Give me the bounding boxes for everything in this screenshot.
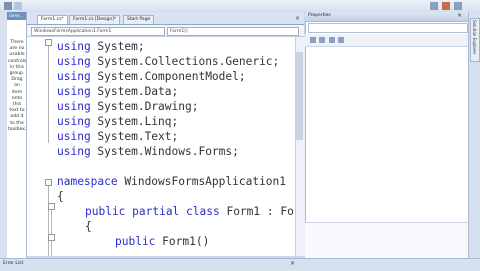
properties-header: Properties ×: [305, 12, 468, 22]
code-line: using System.ComponentModel;: [57, 71, 246, 82]
toolbar-icon[interactable]: [14, 2, 22, 10]
code-text: System.ComponentModel;: [90, 70, 246, 83]
toolbox-message-line: add it: [10, 114, 24, 120]
code-keyword: public: [115, 235, 156, 248]
code-line: public Form1(): [115, 236, 209, 247]
outline-line: [48, 43, 49, 143]
collapse-icon[interactable]: [45, 39, 52, 46]
code-text: System;: [90, 40, 145, 53]
collapse-icon[interactable]: [45, 179, 52, 186]
code-text: System.Text;: [90, 130, 179, 143]
tab-label: Form1.cs [Design]*: [73, 17, 117, 22]
close-icon[interactable]: ×: [457, 12, 462, 19]
tab-label: Form1.cs*: [41, 17, 64, 22]
toolbar-icon[interactable]: [430, 2, 438, 10]
events-icon[interactable]: [338, 37, 344, 43]
code-line: using System.Linq;: [57, 116, 178, 127]
document-tab-bar: Form1.cs* Form1.cs [Design]* Start Page …: [27, 12, 304, 25]
type-dropdown-value: WindowsFormsApplication1.Form1: [34, 29, 112, 34]
code-text: System.Data;: [90, 85, 179, 98]
code-keyword: using: [57, 130, 91, 143]
tab-start-page[interactable]: Start Page: [123, 15, 155, 24]
code-keyword: using: [57, 40, 91, 53]
menu-icon[interactable]: [4, 2, 12, 10]
outline-line: [48, 185, 49, 256]
code-text: System.Linq;: [90, 115, 179, 128]
code-line: using System.Collections.Generic;: [57, 56, 279, 67]
categorized-icon[interactable]: [310, 37, 316, 43]
code-line: using System;: [57, 41, 145, 52]
member-dropdown-value: Form1(): [170, 29, 188, 34]
code-line: using System.Drawing;: [57, 101, 198, 112]
collapse-icon[interactable]: [48, 203, 55, 210]
collapse-icon[interactable]: [48, 234, 55, 241]
tab-form1-design[interactable]: Form1.cs [Design]*: [69, 15, 121, 24]
code-line: {: [85, 221, 92, 232]
member-dropdown[interactable]: Form1(): [167, 27, 299, 36]
properties-description-area: [305, 222, 468, 259]
properties-toolbar: [305, 34, 468, 47]
error-list-panel: Error List ×: [0, 258, 480, 271]
error-list-title: Error List: [3, 261, 24, 266]
close-icon[interactable]: ×: [295, 15, 300, 22]
toolbox-empty-message: There are no usable controls in this gro…: [8, 40, 26, 133]
close-icon[interactable]: ×: [290, 260, 295, 267]
navigation-bar: WindowsFormsApplication1.Form1 Form1(): [27, 25, 304, 37]
code-keyword: using: [57, 145, 91, 158]
properties-object-selector[interactable]: [308, 23, 468, 33]
type-dropdown[interactable]: WindowsFormsApplication1.Form1: [31, 27, 165, 36]
toolbar-icon[interactable]: [454, 2, 462, 10]
code-keyword: using: [57, 115, 91, 128]
code-text: Form1 : Form: [226, 205, 295, 218]
properties-icon[interactable]: [329, 37, 335, 43]
solution-explorer-label: Solution Explorer: [472, 20, 477, 55]
code-line: public partial class Form1 : Form: [85, 206, 295, 217]
code-text: System.Windows.Forms;: [90, 145, 239, 158]
code-keyword: using: [57, 100, 91, 113]
toolbox-message-line: controls: [8, 58, 27, 64]
code-keyword: public partial class: [85, 205, 220, 218]
toolbox-panel: Gene... There are no usable controls in …: [7, 12, 27, 258]
scrollbar-thumb[interactable]: [296, 52, 303, 140]
tab-form1-cs[interactable]: Form1.cs*: [37, 15, 68, 24]
code-line: using System.Data;: [57, 86, 178, 97]
outline-line: [51, 209, 52, 256]
code-text: System.Drawing;: [90, 100, 199, 113]
code-text: {: [57, 190, 64, 203]
code-text: Form1(): [155, 235, 210, 248]
tab-label: Start Page: [127, 17, 151, 22]
toolbox-message-line: usable: [9, 52, 25, 58]
toolbox-message-line: toolbox.: [8, 126, 27, 132]
toolbar-icon[interactable]: [442, 2, 450, 10]
code-keyword: namespace: [57, 175, 118, 188]
code-keyword: using: [57, 70, 91, 83]
code-keyword: using: [57, 55, 91, 68]
alphabetical-icon[interactable]: [319, 37, 325, 43]
code-keyword: using: [57, 85, 91, 98]
code-line: namespace WindowsFormsApplication1: [57, 176, 286, 187]
toolbox-message-line: to the: [10, 120, 24, 126]
code-editor[interactable]: using System; using System.Collections.G…: [27, 37, 295, 256]
code-text: {: [85, 220, 92, 233]
code-line: {: [57, 191, 64, 202]
toolbox-group-label: Gene...: [9, 13, 24, 18]
code-line: using System.Windows.Forms;: [57, 146, 239, 157]
code-line: using System.Text;: [57, 131, 178, 142]
code-text: WindowsFormsApplication1: [117, 175, 287, 188]
code-text: System.Collections.Generic;: [90, 55, 280, 68]
toolbox-group-header[interactable]: Gene...: [7, 12, 26, 20]
properties-title: Properties: [308, 13, 331, 18]
